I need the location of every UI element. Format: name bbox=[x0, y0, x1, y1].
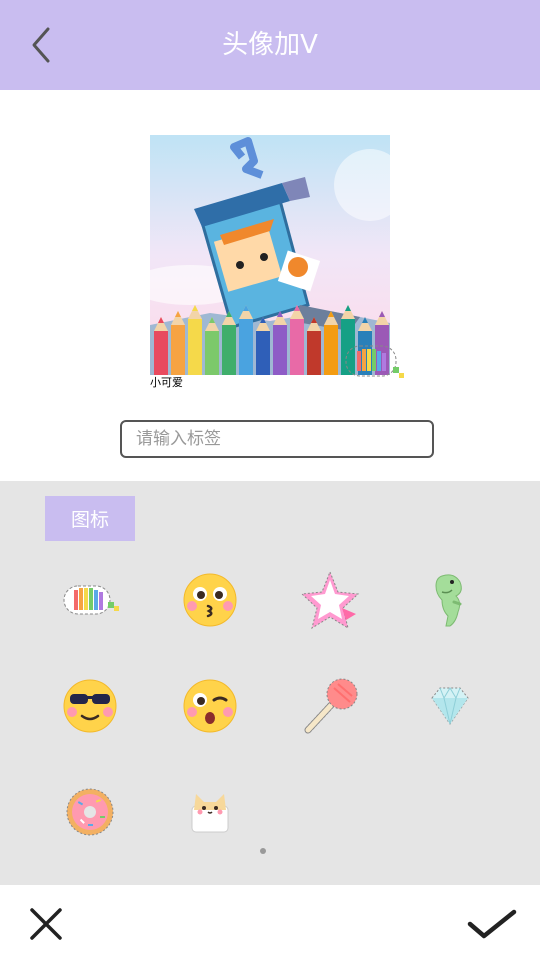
dinosaur-icon[interactable] bbox=[418, 568, 482, 632]
check-icon bbox=[467, 909, 517, 939]
top-bar: 头像加V bbox=[0, 0, 540, 90]
kiss-emoji-icon[interactable] bbox=[178, 568, 242, 632]
star-icon[interactable] bbox=[298, 568, 362, 632]
tab-icons[interactable]: 图标 bbox=[45, 496, 135, 541]
cancel-button[interactable] bbox=[22, 900, 70, 948]
rainbow-cloud-sticker[interactable] bbox=[345, 343, 407, 383]
confirm-button[interactable] bbox=[462, 900, 522, 948]
page-title: 头像加V bbox=[222, 30, 318, 60]
bottom-bar bbox=[0, 885, 540, 960]
avatar-caption: 小可爱 bbox=[150, 376, 183, 389]
rainbow-cloud-icon[interactable] bbox=[58, 568, 122, 632]
wink-emoji-icon[interactable] bbox=[178, 674, 242, 738]
avatar-image bbox=[150, 135, 390, 375]
donut-icon[interactable] bbox=[58, 780, 122, 844]
tag-input[interactable] bbox=[120, 420, 434, 458]
lollipop-icon[interactable] bbox=[298, 674, 362, 738]
avatar-preview-area: 小可爱 bbox=[0, 90, 540, 481]
sunglasses-emoji-icon[interactable] bbox=[58, 674, 122, 738]
page-indicator-dot bbox=[260, 848, 266, 854]
diamond-icon[interactable] bbox=[418, 674, 482, 738]
close-icon bbox=[30, 908, 62, 940]
cat-icon[interactable] bbox=[178, 780, 242, 844]
sticker-panel: 图标 bbox=[0, 481, 540, 885]
